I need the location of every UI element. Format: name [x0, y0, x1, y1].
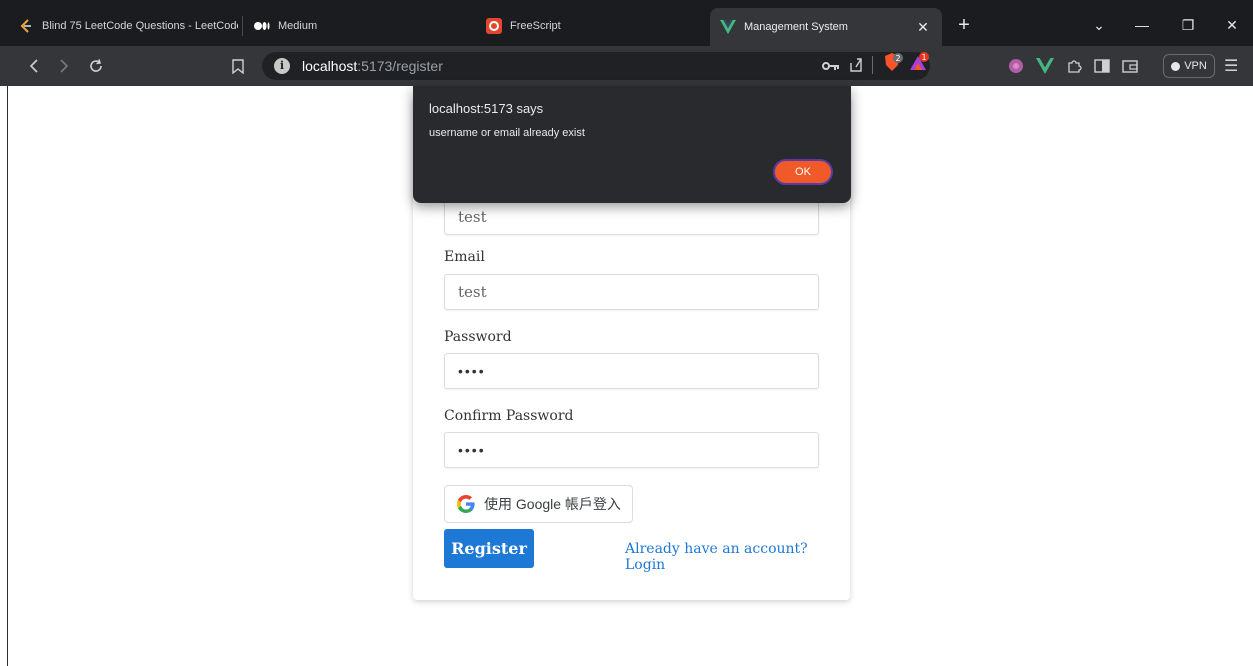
key-icon[interactable]: [822, 57, 840, 75]
tab-medium[interactable]: Medium: [254, 10, 454, 42]
leetcode-icon: [18, 18, 34, 34]
address-bar[interactable]: i localhost:5173/register 2 1: [262, 52, 930, 80]
window-edge: [7, 86, 8, 666]
back-icon[interactable]: [22, 54, 46, 78]
toolbar-divider: [872, 56, 873, 74]
tab-freescript[interactable]: FreeScript: [486, 10, 686, 42]
dialog-message: username or email already exist: [429, 127, 585, 139]
bookmark-icon[interactable]: [226, 54, 250, 78]
email-label: Email: [444, 249, 485, 265]
password-value: ••••: [458, 363, 486, 379]
password-label: Password: [444, 329, 512, 345]
svg-text:2: 2: [895, 54, 900, 63]
dialog-title: localhost:5173 says: [429, 101, 544, 116]
tab-title: Blind 75 LeetCode Questions - LeetCode D…: [42, 20, 238, 32]
forward-icon[interactable]: [52, 54, 76, 78]
vue-icon: [720, 19, 736, 35]
url-text[interactable]: localhost:5173/register: [302, 58, 443, 74]
password-field[interactable]: ••••: [444, 353, 819, 389]
google-g-icon: [457, 495, 475, 513]
close-tab-icon[interactable]: ✕: [914, 18, 932, 36]
tab-divider: [242, 16, 243, 36]
sidebar-icon[interactable]: [1094, 57, 1110, 75]
tab-leetcode[interactable]: Blind 75 LeetCode Questions - LeetCode D…: [18, 10, 238, 42]
tab-strip: Blind 75 LeetCode Questions - LeetCode D…: [0, 0, 1253, 46]
close-window-icon[interactable]: ✕: [1220, 14, 1244, 36]
new-tab-button[interactable]: +: [952, 14, 976, 38]
extension-avatar-icon[interactable]: [1008, 57, 1024, 75]
confirm-password-field[interactable]: ••••: [444, 432, 819, 468]
email-field[interactable]: test: [444, 274, 819, 310]
username-field[interactable]: test: [444, 199, 819, 235]
tab-title: Medium: [278, 20, 318, 32]
vpn-button[interactable]: VPN: [1163, 54, 1215, 78]
vpn-status-icon: [1171, 61, 1181, 71]
username-value: test: [458, 208, 487, 226]
google-signin-button[interactable]: 使用 Google 帳戶登入: [444, 485, 633, 523]
vue-devtools-icon[interactable]: [1036, 57, 1054, 75]
register-button[interactable]: Register: [444, 529, 534, 568]
vpn-label: VPN: [1184, 60, 1207, 72]
extensions-puzzle-icon[interactable]: [1066, 57, 1082, 75]
site-info-icon[interactable]: i: [274, 58, 290, 74]
minimize-icon[interactable]: —: [1130, 14, 1154, 36]
confirm-password-value: ••••: [458, 442, 486, 458]
google-signin-label: 使用 Google 帳戶登入: [484, 496, 621, 512]
share-icon[interactable]: [848, 56, 864, 74]
browser-toolbar: i localhost:5173/register 2 1 VPN ☰: [0, 46, 1253, 86]
restore-icon[interactable]: ❐: [1176, 14, 1200, 36]
reload-icon[interactable]: [84, 54, 108, 78]
dialog-ok-button[interactable]: OK: [773, 159, 833, 185]
medium-icon: [254, 18, 270, 34]
tab-title: Management System: [744, 21, 848, 33]
email-value: test: [458, 283, 487, 301]
tab-title: FreeScript: [510, 20, 561, 32]
confirm-password-label: Confirm Password: [444, 408, 574, 424]
svg-text:1: 1: [921, 53, 926, 62]
tab-search-chevron-icon[interactable]: ⌄: [1087, 14, 1111, 36]
alert-dialog: localhost:5173 says username or email al…: [413, 86, 851, 203]
login-link[interactable]: Already have an account? Login: [625, 541, 850, 573]
freescript-icon: [486, 18, 502, 34]
menu-icon[interactable]: ☰: [1224, 57, 1238, 75]
tab-management-system[interactable]: Management System ✕: [710, 8, 942, 46]
brave-rewards-icon[interactable]: 1: [908, 52, 930, 72]
wallet-icon[interactable]: [1122, 57, 1138, 75]
brave-shields-icon[interactable]: 2: [882, 53, 904, 72]
